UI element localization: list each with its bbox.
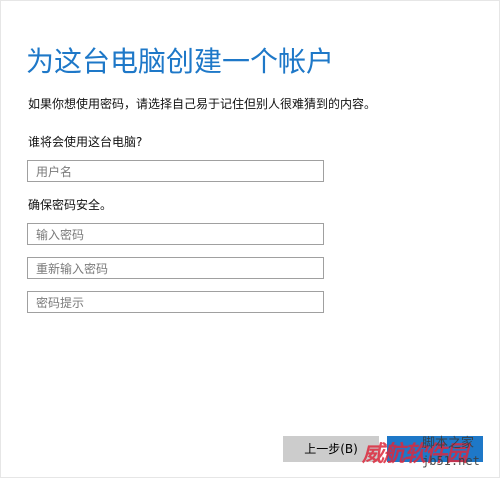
back-button[interactable]: 上一步(B) <box>283 436 379 462</box>
confirm-password-input[interactable] <box>28 259 323 279</box>
page-description: 如果你想使用密码，请选择自己易于记住但别人很难猜到的内容。 <box>28 97 377 111</box>
confirm-password-field-box <box>27 257 324 279</box>
username-field-box <box>27 160 324 182</box>
password-input[interactable] <box>28 225 323 245</box>
user-section-label: 谁将会使用这台电脑? <box>28 135 143 149</box>
password-section-label: 确保密码安全。 <box>28 198 113 212</box>
password-hint-input[interactable] <box>28 293 323 313</box>
password-field-box <box>27 223 324 245</box>
next-button[interactable] <box>387 436 483 462</box>
username-input[interactable] <box>28 162 323 182</box>
password-hint-field-box <box>27 291 324 313</box>
page-title: 为这台电脑创建一个帐户 <box>26 45 335 78</box>
